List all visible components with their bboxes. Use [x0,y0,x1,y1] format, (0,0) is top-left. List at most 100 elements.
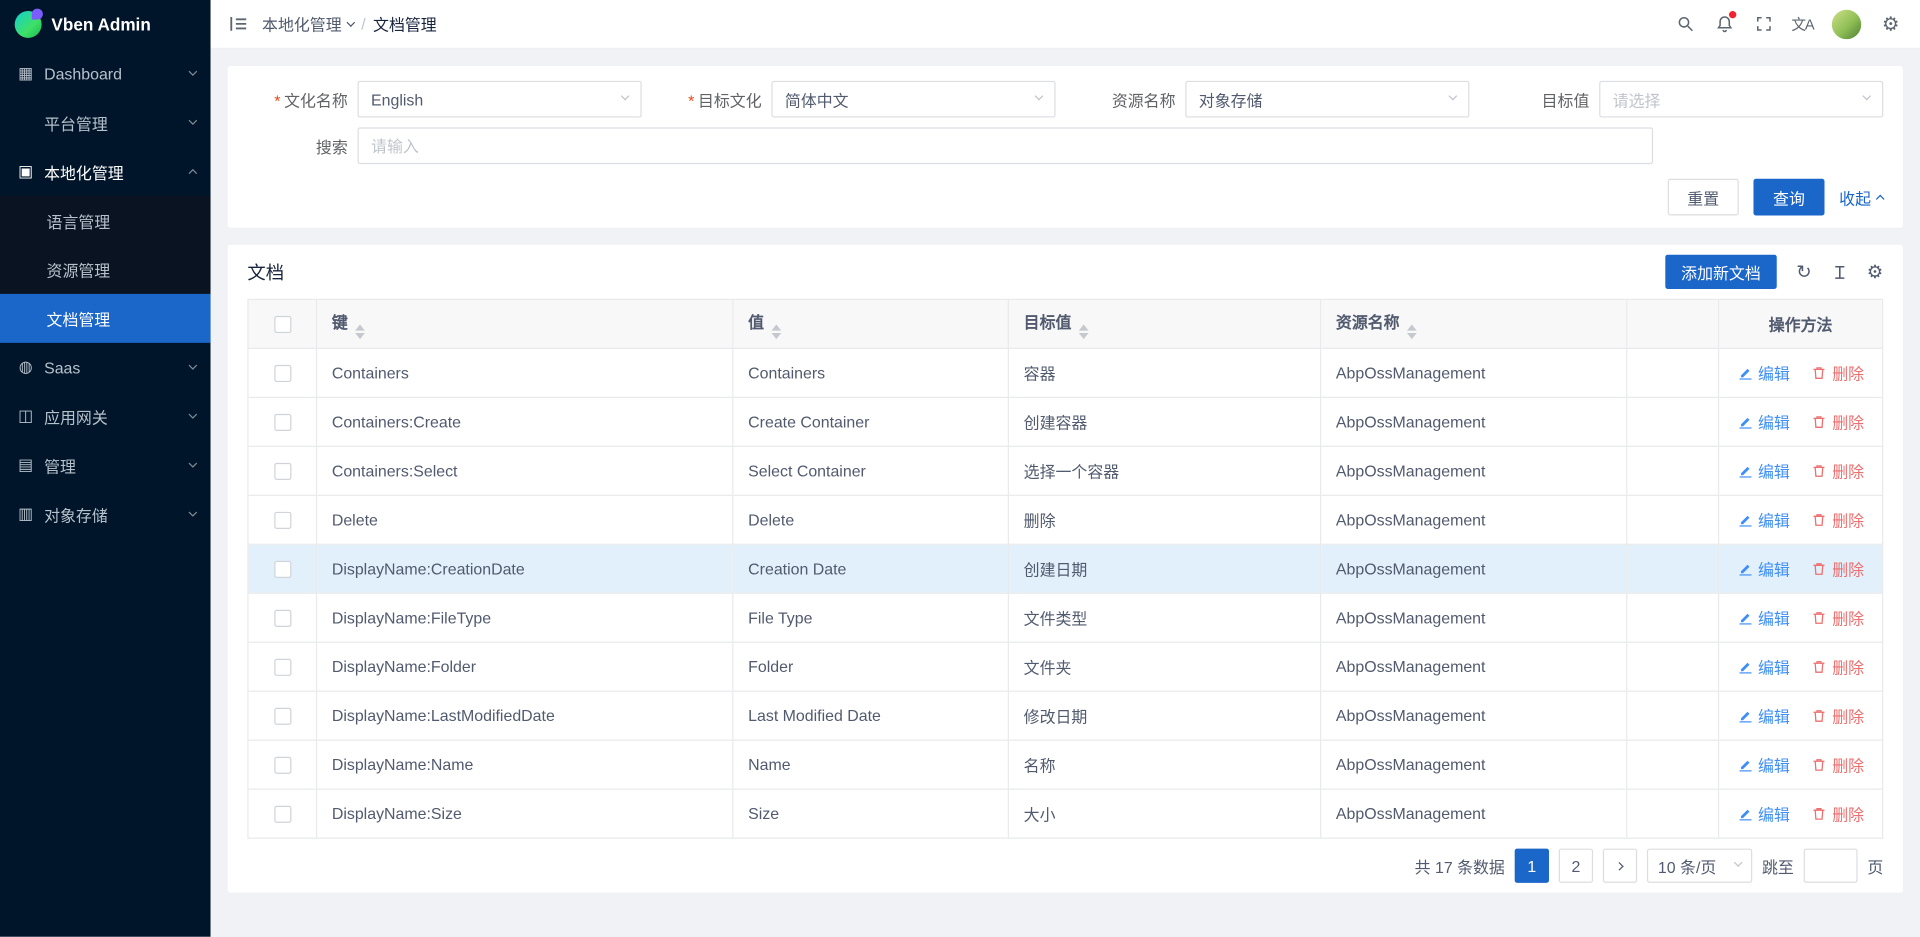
search-icon[interactable] [1668,7,1702,41]
delete-link-label: 删除 [1832,655,1864,678]
select-all-checkbox[interactable] [274,316,291,333]
edit-link[interactable]: 编辑 [1737,704,1790,727]
translate-icon[interactable]: 文A [1785,7,1819,41]
row-checkbox[interactable] [274,757,291,774]
column-header-resource[interactable]: 资源名称 [1321,299,1627,348]
culture-name-select[interactable]: English [358,81,642,118]
edit-link[interactable]: 编辑 [1737,508,1790,531]
reset-button[interactable]: 重置 [1668,179,1739,216]
settings-gear-icon[interactable]: ⚙ [1873,7,1907,41]
edit-link[interactable]: 编辑 [1737,606,1790,629]
avatar[interactable] [1832,9,1861,38]
column-settings-gear-icon[interactable]: ⚙ [1867,261,1883,283]
edit-link[interactable]: 编辑 [1737,655,1790,678]
edit-link[interactable]: 编辑 [1737,459,1790,482]
sidebar-item-language-mgmt[interactable]: 语言管理 [0,196,211,245]
column-header-target[interactable]: 目标值 [1008,299,1320,348]
sidebar-item-platform[interactable]: 平台管理 [0,98,211,147]
cell-blank [1627,348,1719,397]
edit-link[interactable]: 编辑 [1737,557,1790,580]
row-checkbox[interactable] [274,512,291,529]
column-header-value[interactable]: 值 [733,299,1009,348]
edit-link[interactable]: 编辑 [1737,753,1790,776]
sidebar-item-document-mgmt[interactable]: 文档管理 [0,294,211,343]
delete-link[interactable]: 删除 [1811,606,1864,629]
edit-link-label: 编辑 [1758,361,1790,384]
sort-carets-icon[interactable] [355,324,365,339]
row-checkbox[interactable] [274,806,291,823]
row-checkbox[interactable] [274,610,291,627]
delete-link[interactable]: 删除 [1811,802,1864,825]
sidebar-item-saas[interactable]: ◍ Saas [0,343,211,392]
delete-link[interactable]: 删除 [1811,459,1864,482]
cell-key: DisplayName:Size [317,789,733,838]
table-row[interactable]: Containers:Select Select Container 选择一个容… [248,446,1883,495]
row-checkbox[interactable] [274,463,291,480]
chevron-down-icon [1449,92,1458,101]
row-checkbox[interactable] [274,659,291,676]
table-row[interactable]: Containers Containers 容器 AbpOssManagemen… [248,348,1883,397]
delete-link-label: 删除 [1832,459,1864,482]
jump-page-input[interactable] [1804,849,1858,883]
sidebar-item-admin[interactable]: ▤ 管理 [0,441,211,490]
sidebar-item-object-storage[interactable]: ▥ 对象存储 [0,490,211,539]
sidebar-item-resource-mgmt[interactable]: 资源管理 [0,245,211,294]
delete-link[interactable]: 删除 [1811,557,1864,580]
sidebar-item-label: 语言管理 [47,209,111,232]
resource-name-select[interactable]: 对象存储 [1185,81,1469,118]
delete-link-label: 删除 [1832,410,1864,433]
next-page-button[interactable] [1603,849,1637,883]
app-logo[interactable]: Vben Admin [0,0,211,49]
table-row[interactable]: DisplayName:FileType File Type 文件类型 AbpO… [248,593,1883,642]
edit-link[interactable]: 编辑 [1737,361,1790,384]
collapse-menu-icon[interactable] [220,7,254,41]
cell-resource: AbpOssManagement [1321,397,1627,446]
sort-carets-icon[interactable] [771,324,781,339]
table-row[interactable]: DisplayName:Folder Folder 文件夹 AbpOssMana… [248,642,1883,691]
target-value-select[interactable]: 请选择 [1599,81,1883,118]
target-culture-select[interactable]: 简体中文 [771,81,1055,118]
delete-link[interactable]: 删除 [1811,410,1864,433]
delete-link[interactable]: 删除 [1811,361,1864,384]
sidebar-item-label: Saas [44,358,80,376]
sidebar-item-localization[interactable]: ▣ 本地化管理 [0,147,211,196]
row-checkbox[interactable] [274,708,291,725]
fullscreen-icon[interactable] [1746,7,1780,41]
add-document-button[interactable]: 添加新文档 [1665,255,1776,289]
cell-key: DisplayName:FileType [317,593,733,642]
chevron-up-icon [189,169,198,178]
sidebar-item-dashboard[interactable]: ▦ Dashboard [0,49,211,98]
edit-link[interactable]: 编辑 [1737,802,1790,825]
table-row[interactable]: DisplayName:CreationDate Creation Date 创… [248,544,1883,593]
table-row[interactable]: Containers:Create Create Container 创建容器 … [248,397,1883,446]
row-checkbox[interactable] [274,561,291,578]
table-row[interactable]: Delete Delete 删除 AbpOssManagement 编辑 删除 [248,495,1883,544]
search-input[interactable] [358,127,1654,164]
row-checkbox[interactable] [274,365,291,382]
delete-link[interactable]: 删除 [1811,704,1864,727]
sort-carets-icon[interactable] [1407,324,1417,339]
notification-bell-icon[interactable] [1707,7,1741,41]
row-checkbox[interactable] [274,414,291,431]
sidebar-item-gateway[interactable]: ◫ 应用网关 [0,392,211,441]
edit-link-label: 编辑 [1758,606,1790,629]
row-height-icon[interactable] [1831,264,1847,280]
table-row[interactable]: DisplayName:Size Size 大小 AbpOssManagemen… [248,789,1883,838]
edit-link[interactable]: 编辑 [1737,410,1790,433]
refresh-icon[interactable]: ↻ [1796,261,1811,283]
column-header-key[interactable]: 键 [317,299,733,348]
collapse-link[interactable]: 收起 [1839,186,1883,209]
trash-icon [1811,806,1827,822]
page-button-1[interactable]: 1 [1515,849,1549,883]
sort-carets-icon[interactable] [1079,324,1089,339]
page-button-2[interactable]: 2 [1559,849,1593,883]
delete-link[interactable]: 删除 [1811,508,1864,531]
delete-link[interactable]: 删除 [1811,655,1864,678]
field-target-value: 目标值 请选择 [1489,81,1883,118]
table-row[interactable]: DisplayName:Name Name 名称 AbpOssManagemen… [248,740,1883,789]
query-button[interactable]: 查询 [1753,179,1824,216]
page-size-select[interactable]: 10 条/页 [1647,849,1752,883]
breadcrumb-parent[interactable]: 本地化管理 [262,12,354,35]
delete-link[interactable]: 删除 [1811,753,1864,776]
table-row[interactable]: DisplayName:LastModifiedDate Last Modifi… [248,691,1883,740]
